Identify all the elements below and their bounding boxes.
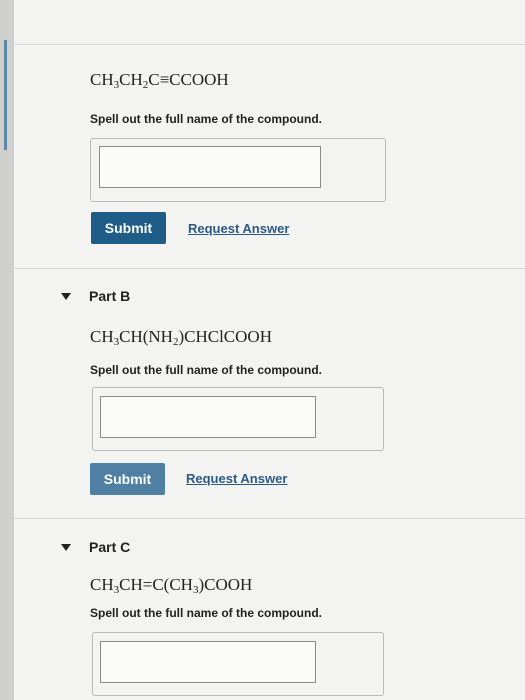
question-panel: CH3CH2C≡CCOOH Spell out the full name of… [14, 0, 525, 700]
part-c-answer-input[interactable] [100, 641, 316, 683]
part-b-submit-button[interactable]: Submit [90, 463, 165, 495]
part-b-formula: CH3CH(NH2)CHClCOOH [90, 327, 272, 348]
active-indicator [4, 40, 7, 150]
part-b-separator [14, 518, 525, 519]
part-b-answer-container [92, 387, 384, 451]
part-a-instruction: Spell out the full name of the compound. [90, 112, 322, 126]
part-a-submit-button[interactable]: Submit [91, 212, 166, 244]
part-b-header[interactable]: Part B [61, 288, 130, 304]
part-c-answer-container [92, 632, 384, 696]
part-c-instruction: Spell out the full name of the compound. [90, 606, 322, 620]
part-b-title: Part B [89, 288, 131, 304]
part-b-instruction: Spell out the full name of the compound. [90, 363, 322, 377]
part-c-title: Part C [89, 539, 131, 555]
part-a-separator [14, 268, 525, 269]
part-b-request-answer-link[interactable]: Request Answer [186, 471, 287, 486]
collapse-triangle-icon [61, 292, 71, 300]
collapse-triangle-icon [61, 543, 71, 551]
part-b-answer-input[interactable] [100, 396, 316, 438]
part-c-formula: CH3CH=C(CH3)COOH [90, 575, 253, 596]
part-c-header[interactable]: Part C [61, 539, 130, 555]
top-divider [14, 44, 525, 45]
part-a-formula: CH3CH2C≡CCOOH [90, 70, 229, 91]
left-sidebar-strip [0, 0, 14, 700]
part-a-answer-input[interactable] [99, 146, 321, 188]
part-a-answer-container [90, 138, 386, 202]
part-a-request-answer-link[interactable]: Request Answer [188, 221, 289, 236]
